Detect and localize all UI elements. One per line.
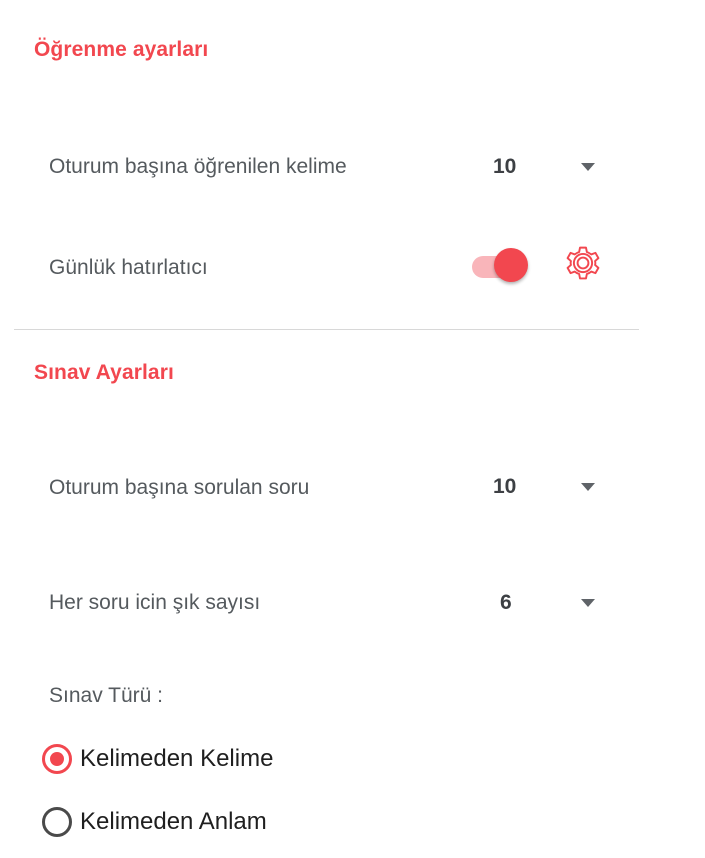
words-per-session-dropdown[interactable]: 10 bbox=[480, 146, 610, 186]
section-divider bbox=[14, 329, 639, 330]
caret-down-icon bbox=[581, 599, 595, 607]
exam-type-label: Sınav Türü : bbox=[49, 684, 164, 707]
words-per-session-label: Oturum başına öğrenilen kelime bbox=[49, 155, 347, 178]
daily-reminder-toggle[interactable] bbox=[470, 246, 530, 286]
radio-option-label: Kelimeden Kelime bbox=[80, 745, 274, 772]
radio-unchecked-icon bbox=[42, 807, 72, 837]
exam-type-option-word-to-word[interactable]: Kelimeden Kelime bbox=[42, 741, 273, 777]
choices-per-question-label: Her soru icin şık sayısı bbox=[49, 591, 261, 614]
questions-per-session-value: 10 bbox=[493, 475, 517, 498]
choices-per-question-value: 6 bbox=[500, 591, 512, 614]
daily-reminder-label: Günlük hatırlatıcı bbox=[49, 256, 208, 279]
toggle-thumb bbox=[494, 248, 528, 282]
gear-icon[interactable] bbox=[562, 242, 604, 284]
questions-per-session-dropdown[interactable]: 10 bbox=[480, 466, 610, 506]
radio-checked-icon bbox=[42, 744, 72, 774]
questions-per-session-label: Oturum başına sorulan soru bbox=[49, 476, 310, 499]
exam-settings-title: Sınav Ayarları bbox=[34, 361, 174, 384]
learning-settings-title: Öğrenme ayarları bbox=[34, 38, 209, 61]
words-per-session-value: 10 bbox=[493, 155, 517, 178]
caret-down-icon bbox=[581, 483, 595, 491]
choices-per-question-dropdown[interactable]: 6 bbox=[480, 582, 610, 622]
exam-type-option-word-to-meaning[interactable]: Kelimeden Anlam bbox=[42, 804, 267, 840]
caret-down-icon bbox=[581, 163, 595, 171]
radio-option-label: Kelimeden Anlam bbox=[80, 808, 267, 835]
